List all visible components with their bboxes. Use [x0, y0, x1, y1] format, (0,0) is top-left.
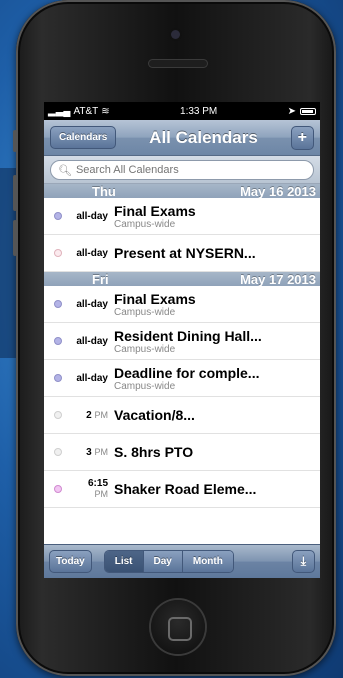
earpiece-speaker	[149, 60, 207, 67]
event-time: all-day	[76, 298, 108, 310]
battery-icon	[299, 107, 316, 115]
event-time: all-day	[76, 247, 108, 259]
calendar-color-dot	[54, 337, 62, 345]
status-bar: ▂▃▄ AT&T ≋ 1:33 PM ➤	[44, 102, 320, 120]
wifi-icon: ≋	[101, 105, 110, 117]
day-view-tab[interactable]: Day	[142, 551, 182, 572]
event-title: Final Exams	[114, 202, 196, 219]
calendar-color-dot	[54, 300, 62, 308]
event-title: Shaker Road Eleme...	[114, 481, 257, 497]
event-row[interactable]: all-day Deadline for comple... Campus-wi…	[44, 360, 320, 397]
month-view-tab[interactable]: Month	[181, 551, 233, 572]
event-row[interactable]: 3 PM S. 8hrs PTO	[44, 434, 320, 471]
list-view-tab[interactable]: List	[104, 551, 143, 572]
view-segmented-control: List Day Month	[103, 550, 234, 573]
event-subtitle: Campus-wide	[114, 218, 176, 230]
search-input[interactable]	[75, 164, 276, 176]
volume-up-button	[13, 175, 17, 211]
front-camera	[171, 30, 180, 39]
carrier-label: AT&T	[73, 105, 99, 117]
event-time: 2 PM	[86, 409, 108, 421]
event-subtitle: Campus-wide	[114, 343, 176, 355]
event-time: all-day	[76, 335, 108, 347]
event-time: all-day	[76, 372, 108, 384]
volume-down-button	[13, 220, 17, 256]
calendar-color-dot	[54, 249, 62, 257]
screen: ▂▃▄ AT&T ≋ 1:33 PM ➤ Calendars All Calen…	[44, 102, 320, 578]
event-subtitle: Campus-wide	[114, 306, 176, 318]
day-name: Thu	[92, 183, 116, 199]
event-title: Vacation/8...	[114, 407, 195, 423]
day-header: Thu May 16 2013	[44, 183, 320, 199]
calendar-color-dot	[54, 411, 62, 419]
day-date: May 16 2013	[240, 183, 316, 199]
calendar-color-dot	[54, 374, 62, 382]
event-title: S. 8hrs PTO	[114, 444, 194, 460]
day-header: Fri May 17 2013	[44, 271, 320, 287]
event-row[interactable]: 2 PM Vacation/8...	[44, 397, 320, 434]
bottom-toolbar: Today List Day Month ⤓	[44, 544, 320, 578]
download-icon: ⤓	[300, 554, 306, 568]
page-title: All Calendars	[149, 127, 258, 147]
calendar-color-dot	[54, 485, 62, 493]
calendar-color-dot	[54, 448, 62, 456]
location-icon: ➤	[287, 105, 296, 117]
event-title: Final Exams	[114, 290, 196, 307]
today-button[interactable]: Today	[49, 550, 92, 573]
home-button[interactable]	[151, 600, 205, 654]
event-row[interactable]: all-day Final Exams Campus-wide	[44, 198, 320, 235]
search-icon: 🔍︎	[58, 164, 72, 177]
event-title: Present at NYSERN...	[114, 245, 256, 261]
search-bar: 🔍︎	[44, 156, 320, 184]
add-event-button[interactable]: +	[290, 125, 314, 150]
event-title: Resident Dining Hall...	[114, 327, 262, 344]
event-title: Deadline for comple...	[114, 364, 260, 381]
day-date: May 17 2013	[240, 271, 316, 287]
status-time: 1:33 PM	[180, 105, 218, 117]
day-name: Fri	[92, 271, 109, 287]
mute-switch	[13, 130, 17, 152]
download-button[interactable]: ⤓	[291, 550, 315, 573]
calendars-button[interactable]: Calendars	[50, 126, 117, 149]
signal-icon: ▂▃▄	[48, 105, 71, 117]
event-row[interactable]: all-day Final Exams Campus-wide	[44, 286, 320, 323]
event-row[interactable]: all-day Present at NYSERN...	[44, 235, 320, 272]
event-time: 6:15 PM	[87, 478, 108, 499]
event-time: 3 PM	[86, 446, 108, 458]
event-row[interactable]: all-day Resident Dining Hall... Campus-w…	[44, 323, 320, 360]
calendar-color-dot	[54, 212, 62, 220]
event-time: all-day	[76, 210, 108, 222]
nav-bar: Calendars All Calendars +	[44, 120, 320, 156]
event-row[interactable]: 6:15 PM Shaker Road Eleme...	[44, 471, 320, 508]
search-field[interactable]: 🔍︎	[50, 160, 314, 180]
event-subtitle: Campus-wide	[114, 380, 176, 392]
